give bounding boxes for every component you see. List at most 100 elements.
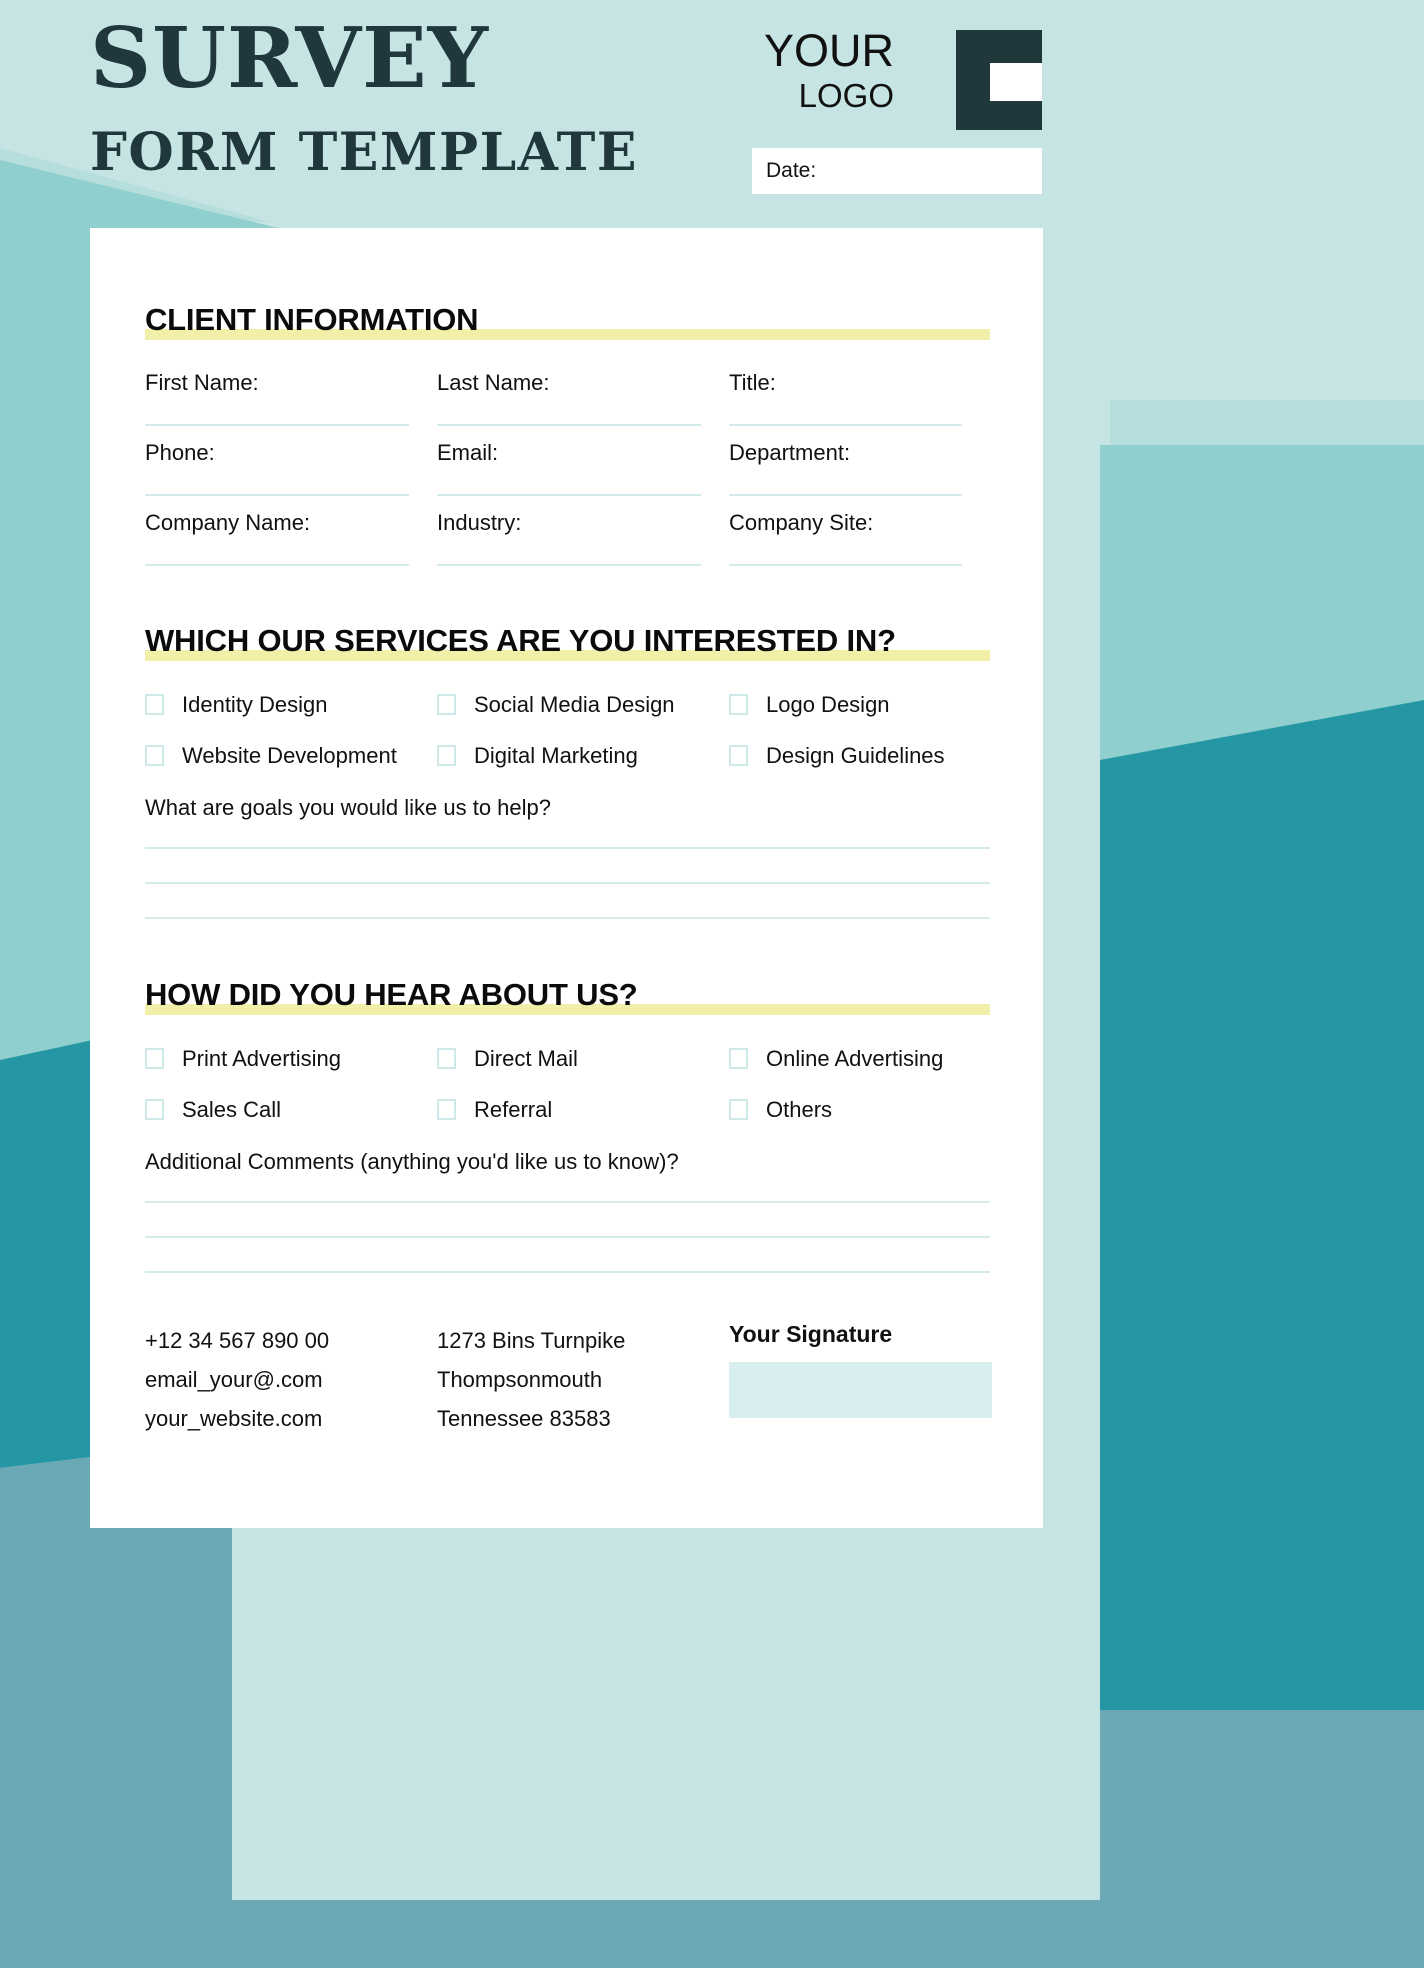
page-subtitle: FORM TEMPLATE — [90, 121, 638, 183]
checkbox-label: Design Guidelines — [766, 742, 945, 768]
field-phone[interactable]: Phone: — [145, 426, 437, 496]
form-content: CLIENT INFORMATION First Name: Last Name… — [145, 228, 992, 1438]
checkbox-label: Referral — [474, 1096, 553, 1122]
checkbox-label: Website Development — [182, 742, 397, 768]
title-block: SURVEY FORM TEMPLATE — [90, 17, 638, 183]
page-header: SURVEY FORM TEMPLATE YOUR LOGO Date: — [0, 0, 1424, 228]
field-email[interactable]: Email: — [437, 426, 729, 496]
checkbox-item-digital-marketing[interactable]: Digital Marketing — [437, 730, 729, 781]
checkbox-label: Digital Marketing — [474, 742, 638, 768]
checkbox-label: Direct Mail — [474, 1045, 578, 1071]
client-information-fields: First Name: Last Name: Title: Phone: Ema… — [145, 356, 990, 566]
signature-input[interactable] — [729, 1362, 992, 1418]
services-options: Identity Design Social Media Design Logo… — [145, 679, 990, 781]
section-heading-services: WHICH OUR SERVICES ARE YOU INTERESTED IN… — [145, 623, 990, 663]
checkbox-icon[interactable] — [729, 745, 748, 766]
contact-website: your_website.com — [145, 1406, 323, 1432]
section-heading-text: HOW DID YOU HEAR ABOUT US? — [145, 977, 638, 1012]
checkbox-item-online-advertising[interactable]: Online Advertising — [729, 1033, 990, 1084]
checkbox-label: Print Advertising — [182, 1045, 341, 1071]
field-label: Company Site: — [729, 510, 874, 535]
checkbox-icon[interactable] — [729, 694, 748, 715]
services-answer-lines[interactable] — [145, 847, 990, 919]
field-label: Phone: — [145, 440, 215, 465]
field-label: Department: — [729, 440, 851, 465]
form-page: CLIENT INFORMATION First Name: Last Name… — [90, 228, 1043, 1528]
checkbox-item-print-advertising[interactable]: Print Advertising — [145, 1033, 437, 1084]
checkbox-item-identity-design[interactable]: Identity Design — [145, 679, 437, 730]
field-label: Last Name: — [437, 370, 550, 395]
field-industry[interactable]: Industry: — [437, 496, 729, 566]
checkbox-item-design-guidelines[interactable]: Design Guidelines — [729, 730, 990, 781]
field-label: Industry: — [437, 510, 522, 535]
date-field[interactable]: Date: — [752, 148, 1042, 194]
field-label: Title: — [729, 370, 776, 395]
field-underline — [437, 564, 701, 566]
address-line-3: Tennessee 83583 — [437, 1406, 611, 1432]
checkbox-item-website-development[interactable]: Website Development — [145, 730, 437, 781]
checkbox-item-direct-mail[interactable]: Direct Mail — [437, 1033, 729, 1084]
address-line-1: 1273 Bins Turnpike — [437, 1328, 626, 1353]
hear-about-us-options: Print Advertising Direct Mail Online Adv… — [145, 1033, 990, 1135]
checkbox-icon[interactable] — [437, 694, 456, 715]
checkbox-label: Social Media Design — [474, 691, 675, 717]
section-heading-text: WHICH OUR SERVICES ARE YOU INTERESTED IN… — [145, 623, 896, 658]
field-underline — [145, 564, 409, 566]
section-heading-text: CLIENT INFORMATION — [145, 302, 479, 337]
checkbox-label: Identity Design — [182, 691, 328, 717]
hear-about-us-open-question: Additional Comments (anything you'd like… — [145, 1149, 679, 1174]
checkbox-label: Others — [766, 1096, 833, 1122]
field-department[interactable]: Department: — [729, 426, 990, 496]
services-open-question: What are goals you would like us to help… — [145, 795, 552, 820]
section-heading-hear-about-us: HOW DID YOU HEAR ABOUT US? — [145, 977, 990, 1017]
hear-about-us-answer-lines[interactable] — [145, 1201, 990, 1273]
field-underline — [729, 564, 962, 566]
checkbox-icon[interactable] — [437, 745, 456, 766]
checkbox-item-sales-call[interactable]: Sales Call — [145, 1084, 437, 1135]
checkbox-icon[interactable] — [145, 694, 164, 715]
bracket-square-logo-icon — [956, 30, 1042, 130]
form-footer: +12 34 567 890 00 email_your@.com your_w… — [145, 1321, 992, 1438]
checkbox-icon[interactable] — [145, 745, 164, 766]
field-company-site[interactable]: Company Site: — [729, 496, 990, 566]
answer-line[interactable] — [145, 1236, 990, 1238]
field-title[interactable]: Title: — [729, 356, 990, 426]
answer-line[interactable] — [145, 882, 990, 884]
checkbox-icon[interactable] — [729, 1048, 748, 1069]
field-last-name[interactable]: Last Name: — [437, 356, 729, 426]
checkbox-icon[interactable] — [437, 1048, 456, 1069]
address-line-2: Thompsonmouth — [437, 1367, 603, 1393]
checkbox-icon[interactable] — [145, 1048, 164, 1069]
checkbox-label: Logo Design — [766, 691, 890, 717]
checkbox-icon[interactable] — [145, 1099, 164, 1120]
date-label: Date: — [766, 159, 817, 182]
field-label: First Name: — [145, 370, 259, 395]
checkbox-item-referral[interactable]: Referral — [437, 1084, 729, 1135]
checkbox-item-others[interactable]: Others — [729, 1084, 990, 1135]
logo-line-2: LOGO — [798, 77, 894, 114]
checkbox-item-logo-design[interactable]: Logo Design — [729, 679, 990, 730]
checkbox-label: Sales Call — [182, 1096, 282, 1122]
section-heading-client-information: CLIENT INFORMATION — [145, 302, 990, 342]
field-label: Email: — [437, 440, 499, 465]
checkbox-item-social-media-design[interactable]: Social Media Design — [437, 679, 729, 730]
contact-phone: +12 34 567 890 00 — [145, 1328, 330, 1353]
field-label: Company Name: — [145, 510, 311, 535]
logo-text: YOUR LOGO — [764, 28, 894, 112]
field-company-name[interactable]: Company Name: — [145, 496, 437, 566]
logo-block: YOUR LOGO — [752, 28, 1042, 130]
checkbox-label: Online Advertising — [766, 1045, 944, 1071]
shape-bottom-strip — [0, 1900, 1424, 1968]
address-column: 1273 Bins Turnpike Thompsonmouth Tenness… — [437, 1321, 729, 1438]
answer-line[interactable] — [145, 1201, 990, 1203]
contact-email: email_your@.com — [145, 1367, 323, 1393]
signature-column: Your Signature — [729, 1321, 992, 1438]
field-first-name[interactable]: First Name: — [145, 356, 437, 426]
page-title: SURVEY — [90, 9, 490, 107]
answer-line[interactable] — [145, 847, 990, 849]
signature-title: Your Signature — [729, 1321, 893, 1347]
checkbox-icon[interactable] — [437, 1099, 456, 1120]
checkbox-icon[interactable] — [729, 1099, 748, 1120]
logo-line-1: YOUR — [763, 25, 894, 76]
contact-column: +12 34 567 890 00 email_your@.com your_w… — [145, 1321, 437, 1438]
